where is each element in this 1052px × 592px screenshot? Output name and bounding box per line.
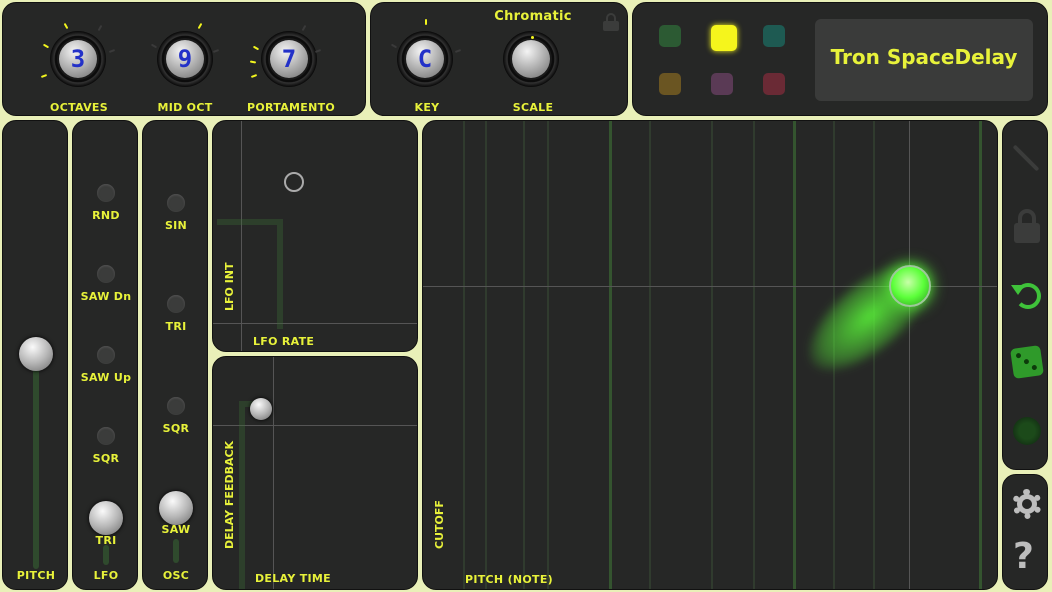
lfo-tri-button-selected[interactable] [89, 501, 123, 535]
lock-icon[interactable] [1014, 209, 1040, 243]
lfo-label: LFO [93, 569, 119, 582]
portamento-value: 7 [281, 45, 297, 73]
octaves-value: 3 [70, 45, 86, 73]
octaves-knob[interactable]: 3 [50, 31, 106, 87]
osc-sin-label: SIN [164, 219, 188, 232]
dice-icon[interactable] [1010, 345, 1044, 379]
lfo-panel: RND SAW Dn SAW Up SQR TRI LFO [72, 120, 138, 590]
lfo-int-label: LFO INT [223, 262, 236, 311]
record-icon[interactable] [1013, 417, 1041, 445]
osc-tri-label: TRI [165, 320, 187, 333]
key-knob[interactable]: C [397, 31, 453, 87]
lfo-rate-label: LFO RATE [253, 335, 315, 348]
octaves-label: OCTAVES [50, 101, 108, 114]
osc-saw-button-selected[interactable] [159, 491, 193, 525]
osc-tri-button[interactable] [167, 295, 185, 313]
lfo-rnd-label: RND [92, 209, 120, 222]
main-pad-cursor[interactable] [889, 265, 931, 307]
pitch-label: PITCH [16, 569, 56, 582]
delay-xy-pad[interactable]: DELAY FEEDBACK DELAY TIME [212, 356, 418, 590]
osc-label: OSC [162, 569, 190, 582]
osc-sqr-label: SQR [162, 422, 190, 435]
color-swatch-teal[interactable] [763, 25, 785, 47]
osc-sin-button[interactable] [167, 194, 185, 212]
pitch-track[interactable] [33, 369, 39, 569]
delay-feedback-label: DELAY FEEDBACK [223, 440, 236, 549]
color-swatch-red[interactable] [763, 73, 785, 95]
gear-icon[interactable] [1012, 489, 1042, 519]
mid-oct-value: 9 [177, 45, 193, 73]
key-value: C [417, 45, 433, 73]
key-scale-panel: Chromatic C KEY SCALE [370, 2, 628, 116]
undo-icon[interactable] [1011, 279, 1043, 311]
lfo-saw-up-label: SAW Up [80, 371, 132, 384]
color-swatch-yellow[interactable] [711, 25, 737, 51]
lfo-rnd-button[interactable] [97, 184, 115, 202]
color-swatch-brown[interactable] [659, 73, 681, 95]
lfo-sqr-button[interactable] [97, 427, 115, 445]
lfo-saw-up-button[interactable] [97, 346, 115, 364]
help-icon[interactable]: ? [1013, 537, 1043, 577]
pitch-note-label: PITCH (NOTE) [465, 573, 553, 586]
portamento-label: PORTAMENTO [246, 101, 336, 114]
settings-panel: ? [1002, 474, 1048, 590]
scale-name: Chromatic [494, 9, 572, 24]
color-swatch-purple[interactable] [711, 73, 733, 95]
scale-knob[interactable] [503, 31, 559, 87]
osc-saw-label: SAW [161, 523, 191, 536]
pitch-slider-handle[interactable] [19, 337, 53, 371]
lock-small-icon[interactable] [603, 13, 619, 31]
lfo-xy-pad[interactable]: LFO INT LFO RATE [212, 120, 418, 352]
mid-oct-knob[interactable]: 9 [157, 31, 213, 87]
knob-panel: 3 OCTAVES 9 MID OCT 7 PORTAMENTO [2, 2, 366, 116]
main-xy-pad[interactable]: CUTOFF PITCH (NOTE) [422, 120, 998, 590]
osc-panel: SIN TRI SQR SAW OSC [142, 120, 208, 590]
preset-name: Tron SpaceDelay [830, 45, 1018, 69]
osc-sqr-button[interactable] [167, 397, 185, 415]
color-swatch-green[interactable] [659, 25, 681, 47]
mid-oct-label: MID OCT [157, 101, 213, 114]
lfo-saw-dn-label: SAW Dn [80, 290, 132, 303]
lfo-saw-dn-button[interactable] [97, 265, 115, 283]
lfo-pad-cursor[interactable] [284, 172, 304, 192]
preset-name-box[interactable]: Tron SpaceDelay [815, 19, 1033, 101]
pitch-panel: PITCH [2, 120, 68, 590]
preset-panel: Tron SpaceDelay [632, 2, 1048, 116]
motion-trail [790, 240, 950, 392]
scale-label: SCALE [512, 101, 554, 114]
edit-icon[interactable] [1011, 143, 1041, 173]
portamento-knob[interactable]: 7 [261, 31, 317, 87]
cutoff-label: CUTOFF [433, 500, 446, 549]
delay-time-label: DELAY TIME [255, 572, 331, 585]
side-tools-panel [1002, 120, 1048, 470]
key-label: KEY [414, 101, 440, 114]
lfo-sqr-label: SQR [92, 452, 120, 465]
delay-pad-cursor[interactable] [250, 398, 272, 420]
